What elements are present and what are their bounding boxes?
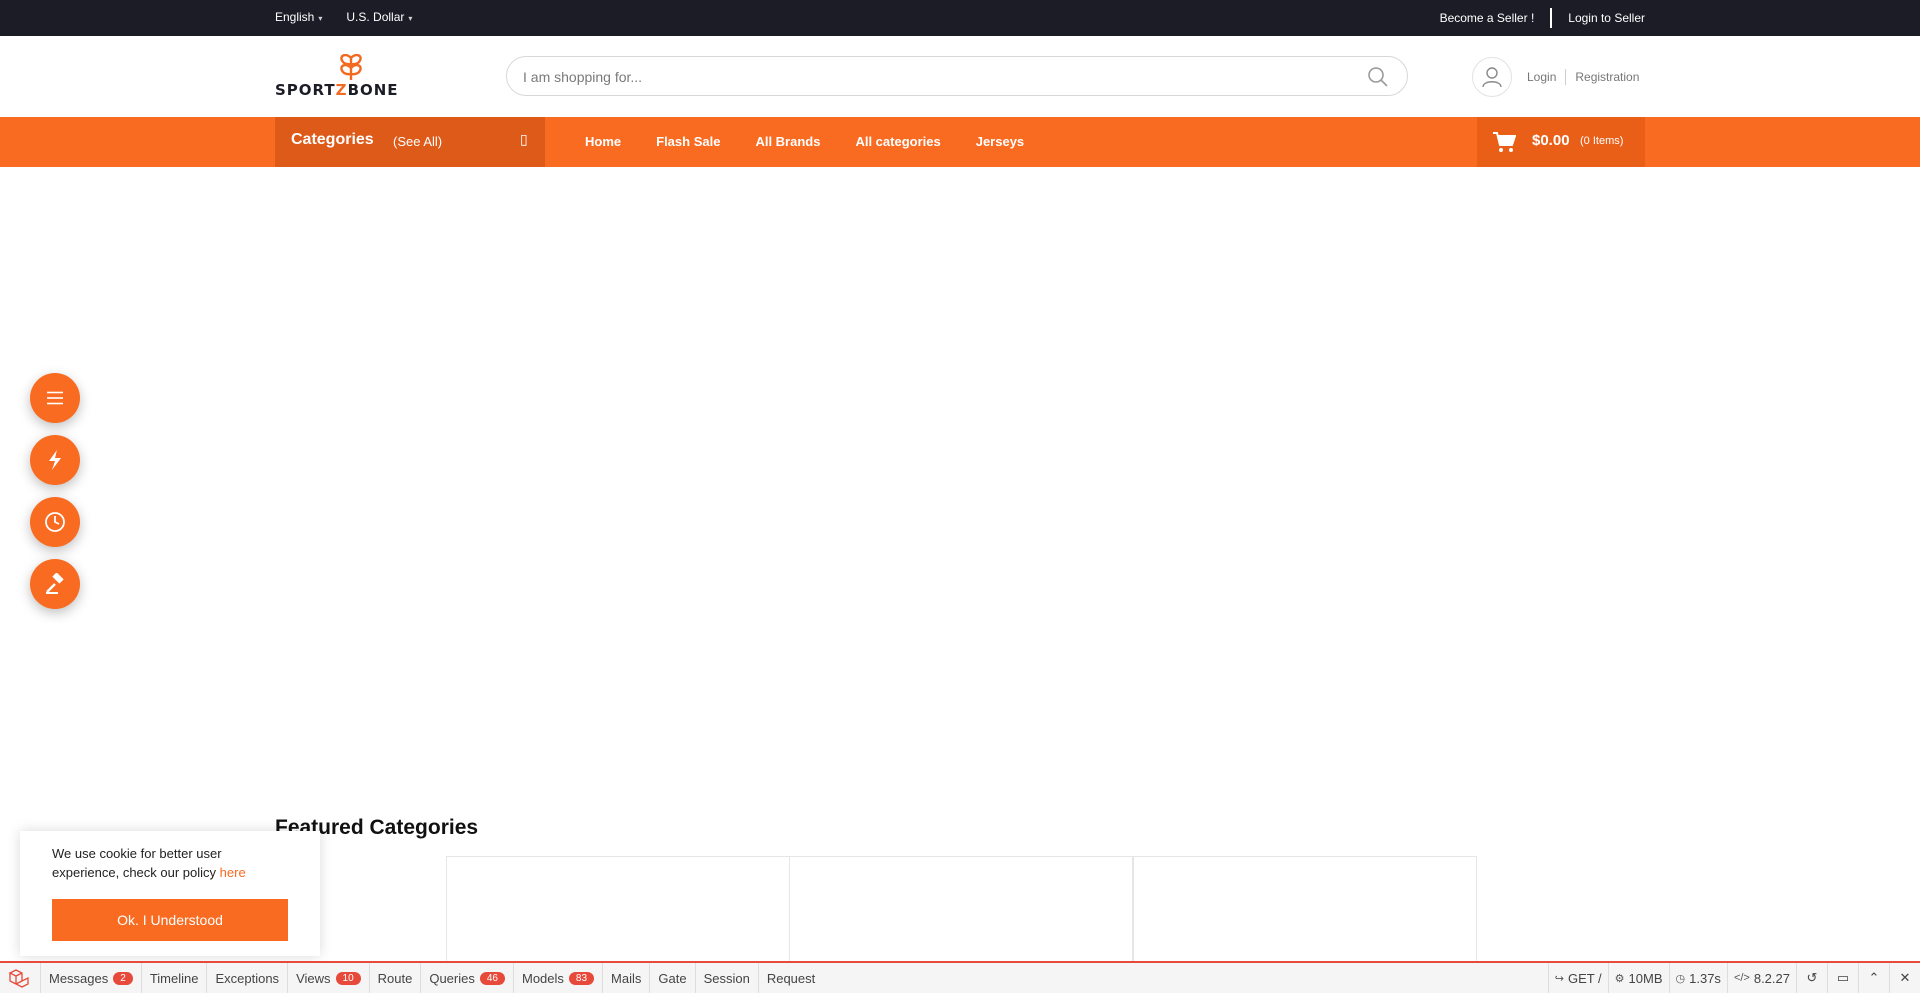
cart-button[interactable]: $0.00 (0 Items) xyxy=(1477,117,1645,167)
chevron-down-icon: ▾ xyxy=(318,14,323,23)
debug-tab-views[interactable]: Views 10 xyxy=(287,963,369,993)
divider xyxy=(1565,69,1567,85)
debug-tab-route[interactable]: Route xyxy=(368,963,421,993)
count-badge: 2 xyxy=(113,971,133,985)
account-area: Login Registration xyxy=(1472,57,1639,97)
debug-tab-queries[interactable]: Queries 46 xyxy=(420,963,513,993)
main-navbar: Categories (See All) ▯ Home Flash Sale A… xyxy=(0,117,1920,167)
search-input[interactable] xyxy=(523,66,1343,88)
php-version: </> 8.2.27 xyxy=(1726,963,1796,993)
search-box xyxy=(506,56,1408,96)
debug-tab-request[interactable]: Request xyxy=(757,963,823,993)
cart-items-count: (0 Items) xyxy=(1580,135,1624,147)
debug-tab-timeline[interactable]: Timeline xyxy=(140,963,207,993)
more-vertical-icon: ▯ xyxy=(520,131,528,147)
nav-all-brands[interactable]: All Brands xyxy=(755,134,820,149)
debug-bar: Messages 2 Timeline Exceptions Views 10 Ro… xyxy=(0,961,1920,993)
menu-icon xyxy=(47,391,63,405)
avatar[interactable] xyxy=(1472,57,1512,97)
code-icon: </> xyxy=(1733,972,1750,984)
site-header: SPORTZBONE Login Registration xyxy=(0,36,1920,117)
cookie-banner: We use cookie for better user experience… xyxy=(20,831,320,956)
currency-label: U.S. Dollar xyxy=(346,10,405,24)
search-icon[interactable] xyxy=(1367,66,1389,88)
count-badge: 10 xyxy=(335,971,361,985)
debug-tab-messages[interactable]: Messages 2 xyxy=(40,963,141,993)
debug-tab-mails[interactable]: Mails xyxy=(602,963,649,993)
debug-tabs: Messages 2 Timeline Exceptions Views 10 Ro… xyxy=(40,963,823,993)
close-icon[interactable]: ✕ xyxy=(1889,963,1920,993)
featured-category-card[interactable] xyxy=(446,856,790,966)
side-clock-button[interactable] xyxy=(30,497,80,547)
debug-tab-exceptions[interactable]: Exceptions xyxy=(206,963,287,993)
language-label: English xyxy=(275,10,315,24)
login-seller-link[interactable]: Login to Seller xyxy=(1568,11,1645,25)
logo-mark-icon xyxy=(340,54,362,80)
chevron-down-icon: ▾ xyxy=(408,14,413,23)
memory-usage: ⚙ 10MB xyxy=(1607,963,1669,993)
clock-icon: ◷ xyxy=(1675,972,1686,985)
gavel-icon xyxy=(46,573,64,594)
history-icon[interactable]: ↺ xyxy=(1796,963,1827,993)
folder-open-icon[interactable]: ▭ xyxy=(1827,963,1858,993)
language-selector[interactable]: English ▾ xyxy=(275,10,322,24)
nav-all-categories[interactable]: All categories xyxy=(855,134,940,149)
debug-stats: ↪ GET / ⚙ 10MB ◷ 1.37s </> 8.2.27 ↺ ▭ ⌃ ✕ xyxy=(1547,963,1920,993)
count-badge: 83 xyxy=(568,971,595,985)
become-seller-link[interactable]: Become a Seller ! xyxy=(1440,11,1535,25)
debug-tab-models[interactable]: Models 83 xyxy=(513,963,602,993)
laravel-logo-icon[interactable] xyxy=(8,969,30,989)
categories-dropdown[interactable]: Categories (See All) ▯ xyxy=(275,117,545,167)
share-icon: ↪ xyxy=(1554,972,1564,985)
cookie-accept-button[interactable]: Ok. I Understood xyxy=(52,899,288,941)
divider xyxy=(1550,8,1553,28)
logo[interactable]: SPORTZBONE xyxy=(275,54,427,99)
nav-flash-sale[interactable]: Flash Sale xyxy=(656,134,720,149)
categories-title: Categories xyxy=(291,131,374,148)
cogs-icon: ⚙ xyxy=(1614,972,1625,985)
cart-amount: $0.00 xyxy=(1532,132,1570,149)
request-method[interactable]: ↪ GET / xyxy=(1547,963,1608,993)
side-flash-button[interactable] xyxy=(30,435,80,485)
login-link[interactable]: Login xyxy=(1527,70,1556,84)
request-duration: ◷ 1.37s xyxy=(1668,963,1727,993)
flash-icon xyxy=(49,450,61,470)
count-badge: 46 xyxy=(479,971,505,985)
cookie-policy-link[interactable]: here xyxy=(220,865,246,880)
cart-icon xyxy=(1493,132,1516,152)
nav-home[interactable]: Home xyxy=(585,134,621,149)
currency-selector[interactable]: U.S. Dollar ▾ xyxy=(346,10,412,24)
see-all-link[interactable]: (See All) xyxy=(393,134,442,149)
chevron-up-icon[interactable]: ⌃ xyxy=(1858,963,1889,993)
user-icon xyxy=(1482,67,1502,88)
debug-tab-gate[interactable]: Gate xyxy=(649,963,694,993)
nav-links: Home Flash Sale All Brands All categorie… xyxy=(585,134,1024,149)
registration-link[interactable]: Registration xyxy=(1575,70,1639,84)
featured-category-card[interactable] xyxy=(789,856,1133,966)
clock-icon xyxy=(45,512,65,532)
logo-text: SPORTZBONE xyxy=(275,81,399,99)
nav-jerseys[interactable]: Jerseys xyxy=(976,134,1024,149)
top-bar: English ▾ U.S. Dollar ▾ Become a Seller ! … xyxy=(0,0,1920,36)
side-auction-button[interactable] xyxy=(30,559,80,609)
debug-tab-session[interactable]: Session xyxy=(694,963,758,993)
side-menu-button[interactable] xyxy=(30,373,80,423)
featured-category-card[interactable] xyxy=(1133,856,1477,966)
cookie-message: We use cookie for better user experience… xyxy=(52,846,246,880)
